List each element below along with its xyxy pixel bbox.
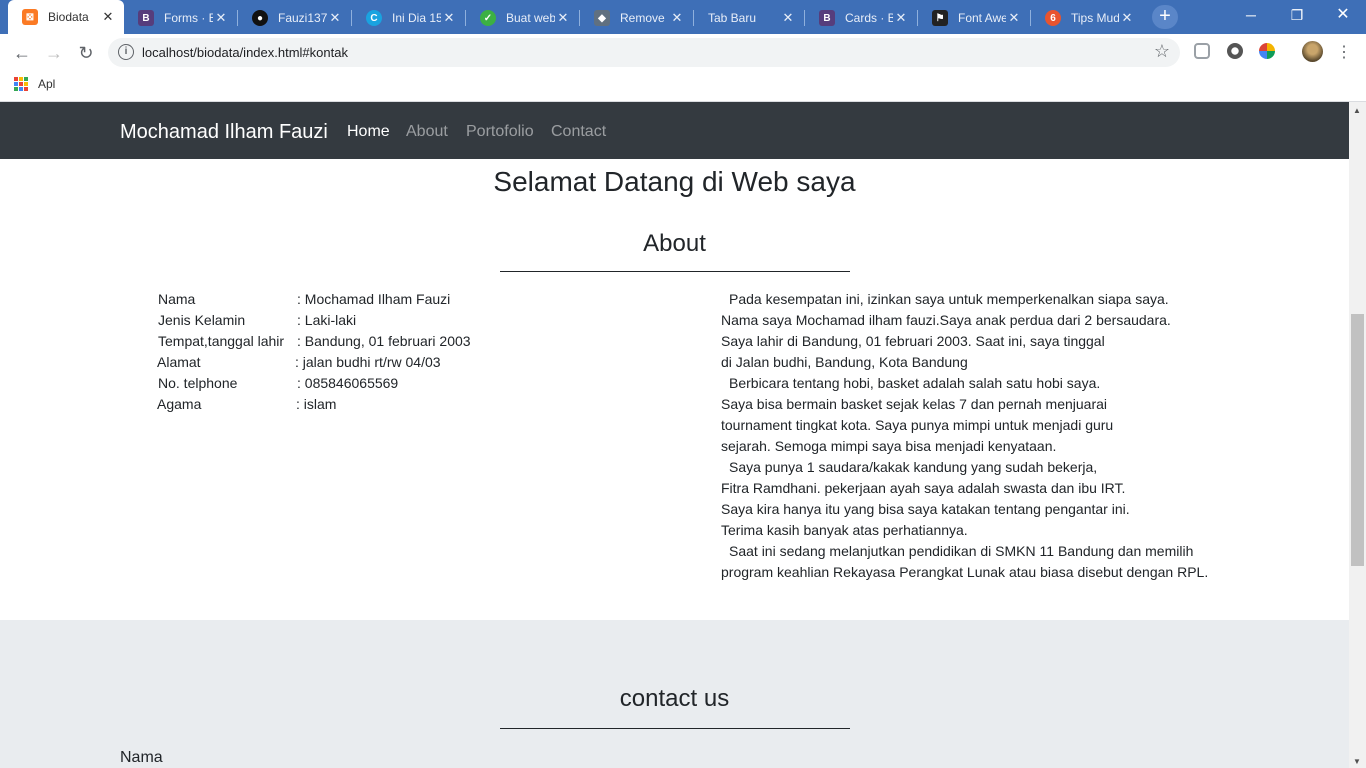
tab-buat-web[interactable]: ✓ Buat web ✕ xyxy=(466,2,579,34)
tab-baru[interactable]: Tab Baru ✕ xyxy=(694,2,804,34)
close-icon[interactable]: ✕ xyxy=(780,10,796,26)
back-arrow-icon[interactable]: ← xyxy=(9,40,35,66)
contact-divider xyxy=(500,728,850,729)
tab-biodata[interactable]: ⊠ Biodata ✕ xyxy=(8,0,124,34)
paragraph-line: program keahlian Rekayasa Perangkat Luna… xyxy=(721,564,1209,580)
scroll-down-arrow-icon[interactable]: ▼ xyxy=(1353,757,1361,766)
tab-forms[interactable]: B Forms · B ✕ xyxy=(124,2,237,34)
color-extension-icon[interactable] xyxy=(1259,43,1275,59)
tab-remove[interactable]: ◆ Remove I ✕ xyxy=(580,2,693,34)
paragraph-line: sejarah. Semoga mimpi saya bisa menjadi … xyxy=(721,438,1057,454)
shield-extension-icon[interactable] xyxy=(1194,43,1210,59)
bootstrap-icon: B xyxy=(138,10,154,26)
paragraph-line: Saya punya 1 saudara/kakak kandung yang … xyxy=(729,459,1098,475)
contact-section: contact us Nama xyxy=(0,620,1349,768)
bio-value: : islam xyxy=(296,396,337,412)
page-viewport: Mochamad Ilham Fauzi Home About Portofol… xyxy=(0,102,1349,768)
bio-value: : Bandung, 01 februari 2003 xyxy=(297,333,471,349)
bio-label: Tempat,tanggal lahir xyxy=(158,333,285,349)
tab-font-awesome[interactable]: ⚑ Font Awe ✕ xyxy=(918,2,1030,34)
tab-cards[interactable]: B Cards · B ✕ xyxy=(805,2,917,34)
menu-dots-icon[interactable]: ⋮ xyxy=(1331,40,1357,66)
bookmarks-bar: Apl xyxy=(0,71,1366,102)
paragraph-line: Saat ini sedang melanjutkan pendidikan d… xyxy=(729,543,1194,559)
flag-icon: ⚑ xyxy=(932,10,948,26)
layers-icon: ◆ xyxy=(594,10,610,26)
bio-label: Agama xyxy=(157,396,202,412)
paragraph-line: Terima kasih banyak atas perhatiannya. xyxy=(721,522,968,538)
new-tab-button[interactable]: + xyxy=(1152,5,1178,29)
paragraph-line: Saya lahir di Bandung, 01 februari 2003.… xyxy=(721,333,1105,349)
minimize-icon[interactable]: ─ xyxy=(1228,0,1274,30)
paragraph-line: Pada kesempatan ini, izinkan saya untuk … xyxy=(729,291,1169,307)
close-icon[interactable]: ✕ xyxy=(893,10,909,26)
close-icon[interactable]: ✕ xyxy=(1119,10,1135,26)
url-text[interactable]: localhost/biodata/index.html#kontak xyxy=(142,45,348,60)
about-heading: About xyxy=(643,230,706,257)
bio-label: Alamat xyxy=(157,354,201,370)
paragraph-line: Nama saya Mochamad ilham fauzi.Saya anak… xyxy=(721,312,1171,328)
bio-value: : 085846065569 xyxy=(297,375,399,391)
close-icon[interactable]: ✕ xyxy=(327,10,343,26)
bio-value: : Mochamad Ilham Fauzi xyxy=(297,291,451,307)
tab-github[interactable]: ● Fauzi137! ✕ xyxy=(238,2,351,34)
bio-label: Jenis Kelamin xyxy=(158,312,246,328)
nav-contact[interactable]: Contact xyxy=(551,123,606,141)
nav-about[interactable]: About xyxy=(406,123,448,141)
contact-heading: contact us xyxy=(619,685,730,712)
bookmark-star-icon[interactable]: ☆ xyxy=(1154,41,1170,62)
nav-home[interactable]: Home xyxy=(347,123,390,141)
avatar[interactable] xyxy=(1302,41,1323,62)
tab-ini-dia[interactable]: C Ini Dia 15 ✕ xyxy=(352,2,465,34)
record-extension-icon[interactable] xyxy=(1227,43,1243,59)
apps-grid-icon[interactable] xyxy=(14,77,28,91)
restore-icon[interactable]: ❐ xyxy=(1274,0,1320,30)
paragraph-line: Saya kira hanya itu yang bisa saya katak… xyxy=(721,501,1130,517)
c-icon: C xyxy=(366,10,382,26)
forward-arrow-icon[interactable]: → xyxy=(41,40,67,66)
paragraph-line: tournament tingkat kota. Saya punya mimp… xyxy=(721,417,1114,433)
bio-value: : Laki-laki xyxy=(297,312,357,328)
nav-portofolio[interactable]: Portofolio xyxy=(466,123,534,141)
xampp-icon: ⊠ xyxy=(22,9,38,25)
paragraph-line: Berbicara tentang hobi, basket adalah sa… xyxy=(729,375,1101,391)
address-bar[interactable]: i localhost/biodata/index.html#kontak ☆ xyxy=(108,38,1180,67)
site-brand[interactable]: Mochamad Ilham Fauzi xyxy=(120,121,328,144)
scroll-up-arrow-icon[interactable]: ▲ xyxy=(1353,106,1361,115)
browser-toolbar: ← → ↻ i localhost/biodata/index.html#kon… xyxy=(0,34,1366,71)
bio-label: Nama xyxy=(158,291,196,307)
tab-tips[interactable]: 6 Tips Mud ✕ xyxy=(1031,2,1143,34)
about-divider xyxy=(500,271,850,272)
close-icon[interactable]: ✕ xyxy=(100,9,116,25)
close-window-icon[interactable]: ✕ xyxy=(1320,0,1366,30)
page-scrollbar[interactable]: ▲ ▼ xyxy=(1349,102,1366,768)
paragraph-line: Saya bisa bermain basket sejak kelas 7 d… xyxy=(721,396,1108,412)
close-icon[interactable]: ✕ xyxy=(213,10,229,26)
scrollbar-thumb[interactable] xyxy=(1351,314,1364,566)
close-icon[interactable]: ✕ xyxy=(669,10,685,26)
six-icon: 6 xyxy=(1045,10,1061,26)
site-navbar: Mochamad Ilham Fauzi Home About Portofol… xyxy=(0,102,1349,159)
bootstrap-icon: B xyxy=(819,10,835,26)
welcome-heading: Selamat Datang di Web saya xyxy=(493,166,856,197)
paragraph-line: Fitra Ramdhani. pekerjaan ayah saya adal… xyxy=(721,480,1126,496)
apps-label[interactable]: Apl xyxy=(38,77,55,91)
leaf-icon: ✓ xyxy=(480,10,496,26)
browser-tabstrip: ⊠ Biodata ✕ B Forms · B ✕ ● Fauzi137! ✕ … xyxy=(0,0,1366,34)
github-icon: ● xyxy=(252,10,268,26)
bio-value: : jalan budhi rt/rw 04/03 xyxy=(295,354,441,370)
close-icon[interactable]: ✕ xyxy=(1006,10,1022,26)
reload-icon[interactable]: ↻ xyxy=(73,40,99,66)
paragraph-line: di Jalan budhi, Bandung, Kota Bandung xyxy=(721,354,968,370)
close-icon[interactable]: ✕ xyxy=(555,10,571,26)
name-field-label: Nama xyxy=(120,749,163,766)
close-icon[interactable]: ✕ xyxy=(441,10,457,26)
info-icon[interactable]: i xyxy=(118,44,134,60)
bio-label: No. telphone xyxy=(158,375,238,391)
